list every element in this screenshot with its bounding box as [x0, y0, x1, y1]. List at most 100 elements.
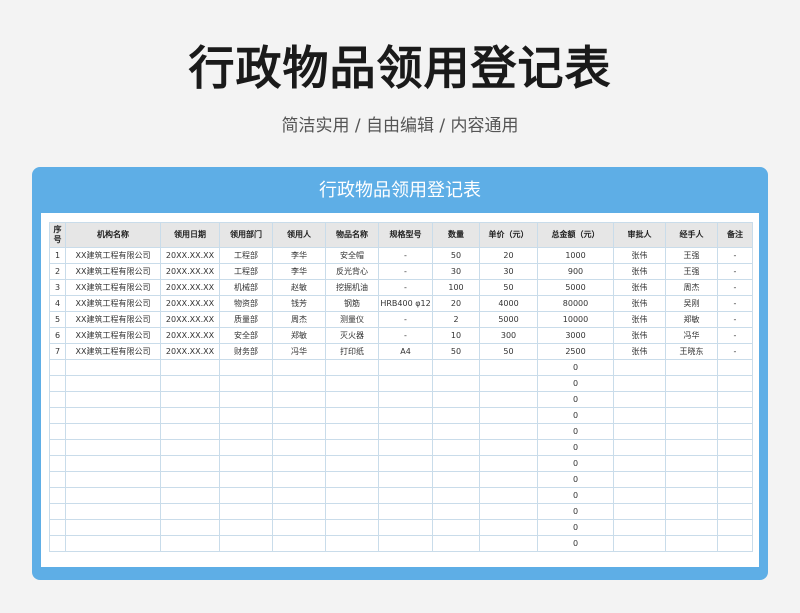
table-cell[interactable]: [432, 407, 480, 424]
table-cell[interactable]: 王强: [665, 263, 718, 280]
table-cell[interactable]: 20XX.XX.XX: [160, 343, 220, 360]
table-cell[interactable]: [219, 407, 273, 424]
table-cell[interactable]: [219, 503, 273, 520]
table-cell[interactable]: [272, 535, 326, 552]
table-cell[interactable]: [325, 359, 379, 376]
table-cell[interactable]: [160, 439, 220, 456]
total-amount-cell[interactable]: 0: [537, 375, 614, 392]
table-cell[interactable]: [378, 439, 433, 456]
table-cell[interactable]: [665, 391, 718, 408]
total-amount-cell[interactable]: 0: [537, 503, 614, 520]
table-cell[interactable]: [49, 407, 66, 424]
total-amount-cell[interactable]: 0: [537, 407, 614, 424]
table-cell[interactable]: [219, 359, 273, 376]
table-cell[interactable]: 5: [49, 311, 66, 328]
total-amount-cell[interactable]: 0: [537, 455, 614, 472]
table-cell[interactable]: 7: [49, 343, 66, 360]
table-cell[interactable]: [717, 359, 753, 376]
table-cell[interactable]: [219, 535, 273, 552]
table-cell[interactable]: [717, 439, 753, 456]
table-cell[interactable]: 6: [49, 327, 66, 344]
table-cell[interactable]: [613, 407, 666, 424]
table-cell[interactable]: [378, 487, 433, 504]
table-cell[interactable]: XX建筑工程有限公司: [65, 327, 161, 344]
table-cell[interactable]: [325, 535, 379, 552]
table-cell[interactable]: [378, 407, 433, 424]
table-cell[interactable]: [272, 407, 326, 424]
table-cell[interactable]: [272, 503, 326, 520]
table-cell[interactable]: [160, 359, 220, 376]
table-cell[interactable]: 10: [432, 327, 480, 344]
table-cell[interactable]: 5000: [537, 279, 614, 296]
table-cell[interactable]: [49, 519, 66, 536]
table-cell[interactable]: [160, 423, 220, 440]
table-cell[interactable]: [665, 359, 718, 376]
table-cell[interactable]: 20: [432, 295, 480, 312]
table-cell[interactable]: 王晓东: [665, 343, 718, 360]
table-cell[interactable]: [272, 471, 326, 488]
table-cell[interactable]: [378, 503, 433, 520]
table-cell[interactable]: [160, 391, 220, 408]
table-cell[interactable]: [432, 503, 480, 520]
table-cell[interactable]: [613, 455, 666, 472]
table-cell[interactable]: [219, 423, 273, 440]
table-cell[interactable]: [65, 471, 161, 488]
table-cell[interactable]: 20XX.XX.XX: [160, 327, 220, 344]
table-cell[interactable]: 周杰: [665, 279, 718, 296]
table-cell[interactable]: [49, 439, 66, 456]
table-cell[interactable]: [665, 503, 718, 520]
table-cell[interactable]: [219, 487, 273, 504]
table-cell[interactable]: 张伟: [613, 247, 666, 264]
table-cell[interactable]: [613, 375, 666, 392]
table-cell[interactable]: [378, 519, 433, 536]
table-cell[interactable]: [479, 439, 538, 456]
table-cell[interactable]: [717, 455, 753, 472]
table-cell[interactable]: 张伟: [613, 343, 666, 360]
table-cell[interactable]: [219, 519, 273, 536]
table-cell[interactable]: [160, 519, 220, 536]
table-cell[interactable]: [65, 407, 161, 424]
table-cell[interactable]: 2: [49, 263, 66, 280]
table-cell[interactable]: [665, 487, 718, 504]
table-cell[interactable]: [272, 519, 326, 536]
table-cell[interactable]: [325, 439, 379, 456]
table-cell[interactable]: [272, 359, 326, 376]
table-cell[interactable]: [432, 455, 480, 472]
table-cell[interactable]: [378, 375, 433, 392]
table-cell[interactable]: [378, 535, 433, 552]
table-cell[interactable]: 财务部: [219, 343, 273, 360]
table-cell[interactable]: 张伟: [613, 327, 666, 344]
table-cell[interactable]: -: [717, 279, 753, 296]
table-cell[interactable]: [160, 535, 220, 552]
table-cell[interactable]: -: [378, 247, 433, 264]
table-cell[interactable]: [160, 455, 220, 472]
table-cell[interactable]: [272, 487, 326, 504]
table-cell[interactable]: [613, 391, 666, 408]
table-cell[interactable]: [49, 487, 66, 504]
table-cell[interactable]: 反光背心: [325, 263, 379, 280]
table-cell[interactable]: 50: [479, 279, 538, 296]
table-cell[interactable]: [479, 487, 538, 504]
table-cell[interactable]: 20XX.XX.XX: [160, 247, 220, 264]
table-cell[interactable]: [479, 359, 538, 376]
table-cell[interactable]: 钢筋: [325, 295, 379, 312]
table-cell[interactable]: [272, 439, 326, 456]
table-cell[interactable]: 900: [537, 263, 614, 280]
table-cell[interactable]: [479, 407, 538, 424]
table-cell[interactable]: [325, 423, 379, 440]
table-cell[interactable]: 50: [432, 247, 480, 264]
table-cell[interactable]: -: [717, 263, 753, 280]
table-cell[interactable]: 机械部: [219, 279, 273, 296]
table-cell[interactable]: XX建筑工程有限公司: [65, 247, 161, 264]
table-cell[interactable]: [665, 375, 718, 392]
table-cell[interactable]: [479, 391, 538, 408]
table-cell[interactable]: [272, 423, 326, 440]
table-cell[interactable]: 郑敏: [665, 311, 718, 328]
table-cell[interactable]: 测量仪: [325, 311, 379, 328]
table-cell[interactable]: [613, 519, 666, 536]
table-cell[interactable]: 20XX.XX.XX: [160, 295, 220, 312]
table-cell[interactable]: 1: [49, 247, 66, 264]
table-cell[interactable]: [65, 455, 161, 472]
table-cell[interactable]: [613, 359, 666, 376]
table-cell[interactable]: [325, 471, 379, 488]
